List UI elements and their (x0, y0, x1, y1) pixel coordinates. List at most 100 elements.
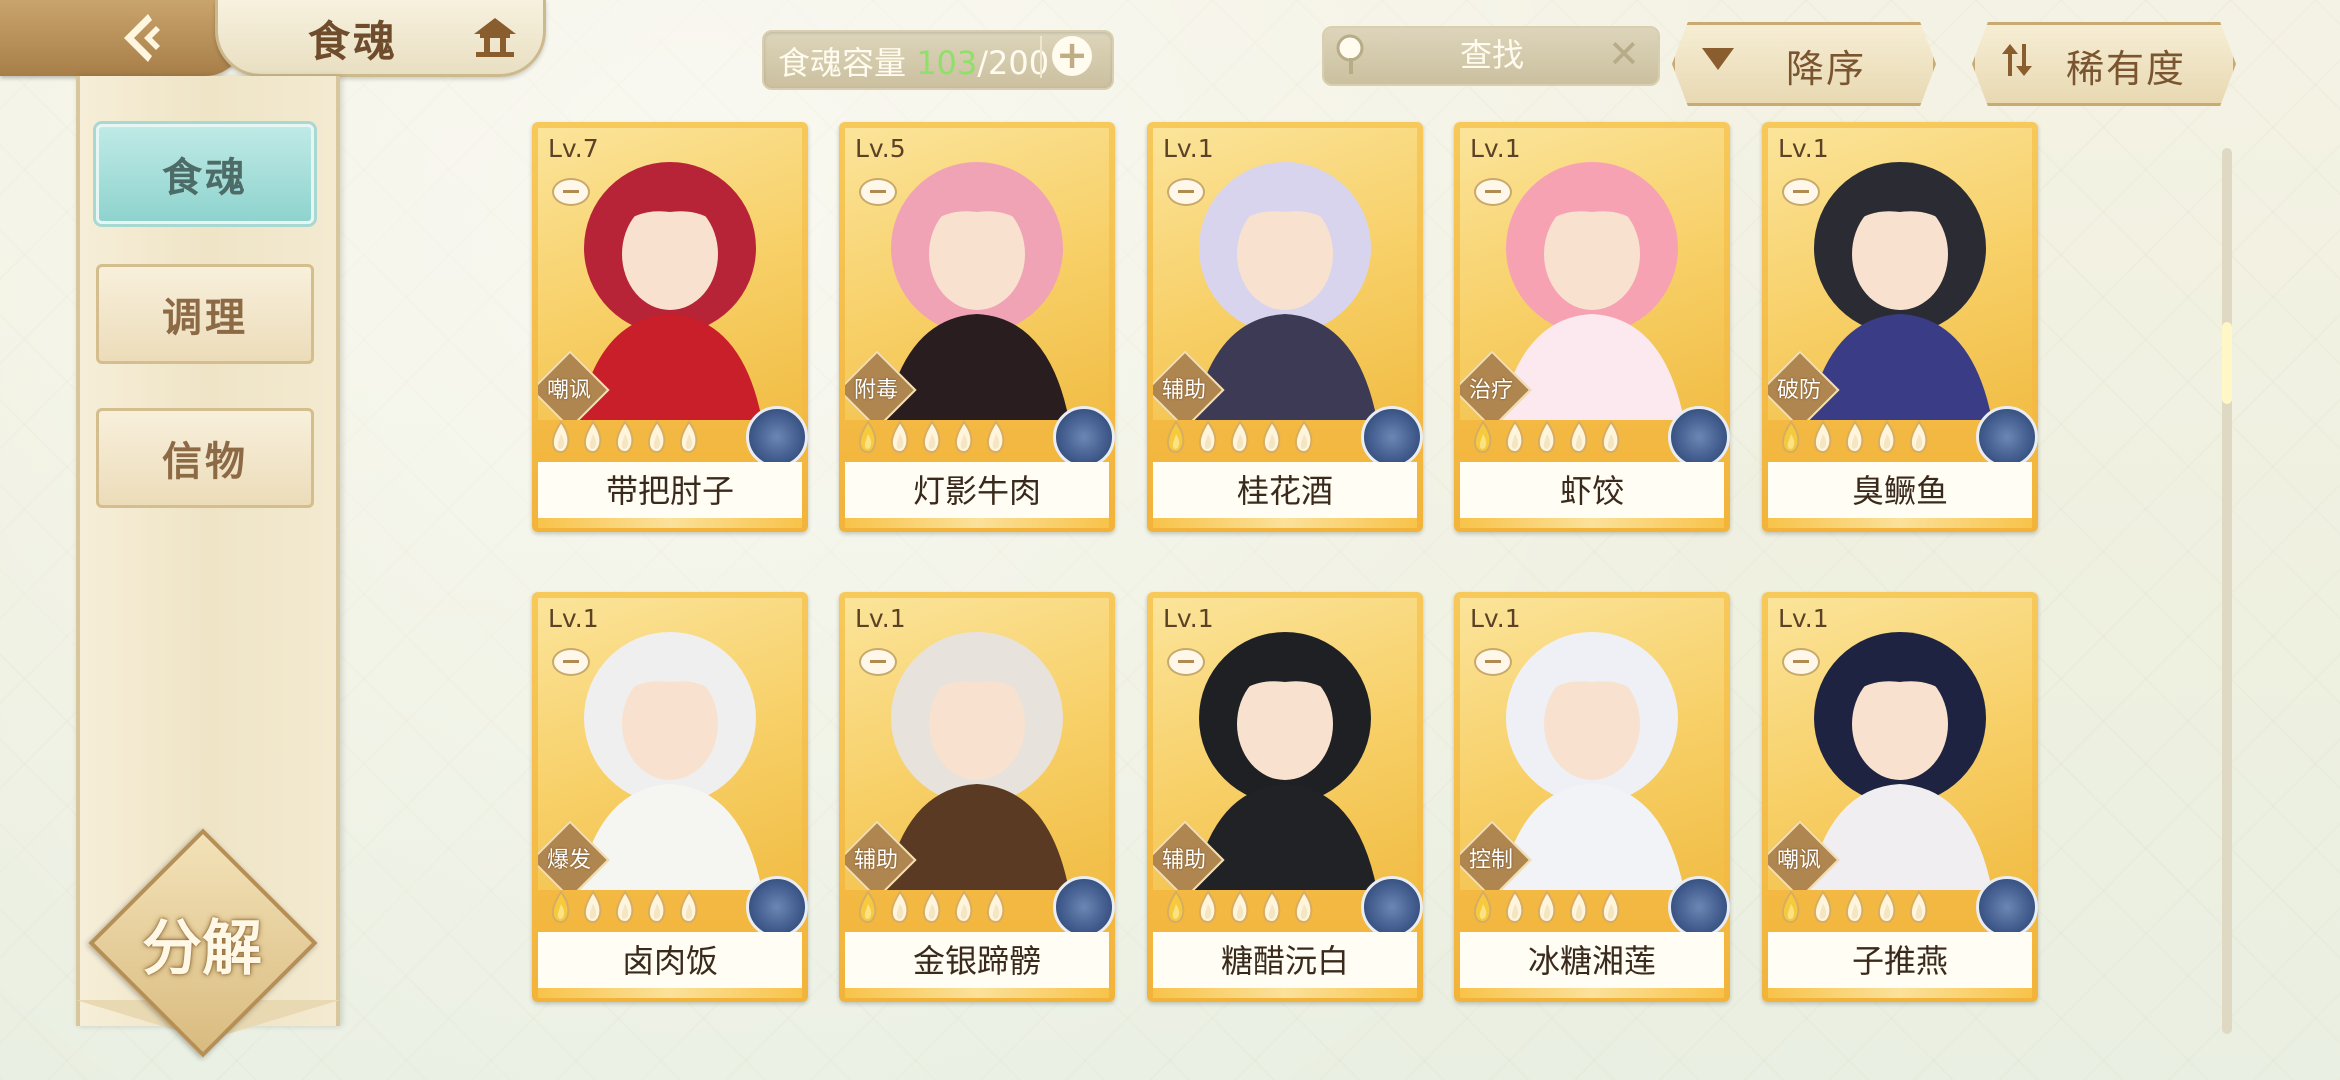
food-soul-card[interactable]: Lv.1 治疗 虾饺 (1454, 122, 1730, 532)
element-emblem-icon (1668, 876, 1730, 938)
scrollbar-track[interactable] (2222, 148, 2232, 1034)
lock-badge-icon[interactable] (1474, 178, 1512, 206)
element-emblem-icon (1976, 406, 2038, 468)
clear-search-icon[interactable]: ✕ (1608, 34, 1640, 74)
level-label: Lv.1 (1470, 604, 1521, 633)
food-soul-card[interactable]: Lv.1 控制 冰糖湘莲 (1454, 592, 1730, 1002)
capacity-current: 103 (916, 44, 978, 82)
lock-badge-icon[interactable] (1167, 178, 1205, 206)
flame-star-icon (1537, 890, 1556, 924)
card-name: 子推燕 (1851, 942, 1948, 980)
flame-star-icon (1473, 420, 1492, 454)
lock-badge-icon[interactable] (859, 648, 897, 676)
role-label: 破防 (1776, 378, 1821, 403)
add-capacity-button[interactable]: + (1052, 36, 1092, 76)
sort-down-icon (1702, 48, 1734, 70)
scrollbar-thumb[interactable] (2222, 322, 2232, 404)
card-name: 糖醋沅白 (1220, 942, 1349, 980)
lock-badge-icon[interactable] (859, 178, 897, 206)
flame-star-icon (1601, 420, 1620, 454)
star-rating (1163, 420, 1317, 454)
level-label: Lv.1 (1163, 604, 1214, 633)
food-soul-card[interactable]: Lv.1 嘲讽子推燕 (1762, 592, 2038, 1002)
level-label: Lv.1 (1163, 134, 1214, 163)
flame-star-icon (858, 420, 877, 454)
flame-star-icon (922, 420, 941, 454)
card-footer (1460, 518, 1724, 528)
flame-star-icon (954, 890, 973, 924)
flame-star-icon (583, 420, 602, 454)
flame-star-icon (1569, 890, 1588, 924)
card-art: Lv.1 嘲讽 (1768, 598, 2032, 890)
flame-star-icon (551, 890, 570, 924)
food-soul-card[interactable]: Lv.1 破防 臭鳜鱼 (1762, 122, 2038, 532)
flame-star-icon (1505, 890, 1524, 924)
flame-star-icon (679, 420, 698, 454)
level-label: Lv.1 (548, 604, 599, 633)
card-footer (1768, 988, 2032, 998)
search-input[interactable] (1400, 30, 1584, 80)
star-rating (855, 420, 1009, 454)
back-arrow-icon[interactable] (118, 10, 178, 66)
flame-star-icon (1166, 420, 1185, 454)
food-soul-card[interactable]: Lv.1 辅助 桂花酒 (1147, 122, 1423, 532)
role-label: 爆发 (546, 848, 591, 873)
flame-star-icon (1230, 890, 1249, 924)
level-label: Lv.1 (855, 604, 906, 633)
flame-star-icon (1294, 420, 1313, 454)
flame-star-icon (890, 890, 909, 924)
capacity-divider (1040, 36, 1042, 78)
lock-badge-icon[interactable] (552, 648, 590, 676)
flame-star-icon (615, 420, 634, 454)
pavilion-icon[interactable] (470, 14, 520, 60)
level-label: Lv.1 (1470, 134, 1521, 163)
flame-star-icon (1813, 420, 1832, 454)
element-emblem-icon (1361, 406, 1423, 468)
card-name: 灯影牛肉 (912, 472, 1041, 510)
tab-cooking[interactable]: 调理 (96, 264, 314, 364)
star-rating (1778, 890, 1932, 924)
card-art: Lv.1 辅助 (1153, 598, 1417, 890)
role-label: 嘲讽 (1776, 848, 1821, 873)
lock-badge-icon[interactable] (1167, 648, 1205, 676)
role-label: 辅助 (853, 848, 898, 873)
lock-badge-icon[interactable] (1782, 178, 1820, 206)
role-label: 辅助 (1161, 848, 1206, 873)
star-rating (548, 420, 702, 454)
food-soul-card[interactable]: Lv.5 附毒 灯影牛肉 (839, 122, 1115, 532)
role-label: 辅助 (1161, 378, 1206, 403)
flame-star-icon (1845, 890, 1864, 924)
flame-star-icon (986, 420, 1005, 454)
flame-star-icon (1294, 890, 1313, 924)
flame-star-icon (1505, 420, 1524, 454)
card-footer (845, 518, 1109, 528)
card-footer (1768, 518, 2032, 528)
card-footer (845, 988, 1109, 998)
food-soul-card[interactable]: Lv.1 辅助 金银蹄髈 (839, 592, 1115, 1002)
role-label: 控制 (1468, 848, 1513, 873)
tab-tokens[interactable]: 信物 (96, 408, 314, 508)
food-soul-card[interactable]: Lv.1 爆发卤肉饭 (532, 592, 808, 1002)
flame-star-icon (679, 890, 698, 924)
lock-badge-icon[interactable] (1782, 648, 1820, 676)
card-art: Lv.1 破防 (1768, 128, 2032, 420)
card-footer (1460, 988, 1724, 998)
star-rating (855, 890, 1009, 924)
lock-badge-icon[interactable] (552, 178, 590, 206)
flame-star-icon (615, 890, 634, 924)
tab-food-souls[interactable]: 食魂 (96, 124, 314, 224)
element-emblem-icon (746, 406, 808, 468)
card-art: Lv.1 爆发 (538, 598, 802, 890)
food-soul-card[interactable]: Lv.1 辅助糖醋沅白 (1147, 592, 1423, 1002)
flame-star-icon (858, 890, 877, 924)
lock-badge-icon[interactable] (1474, 648, 1512, 676)
swap-arrows-icon (2002, 44, 2032, 76)
flame-star-icon (1813, 890, 1832, 924)
card-footer (538, 518, 802, 528)
card-art: Lv.1 辅助 (1153, 128, 1417, 420)
card-name: 卤肉饭 (621, 942, 718, 980)
flame-star-icon (647, 420, 666, 454)
flame-star-icon (1569, 420, 1588, 454)
food-soul-card[interactable]: Lv.7 嘲讽 带把肘子 (532, 122, 808, 532)
element-emblem-icon (746, 876, 808, 938)
